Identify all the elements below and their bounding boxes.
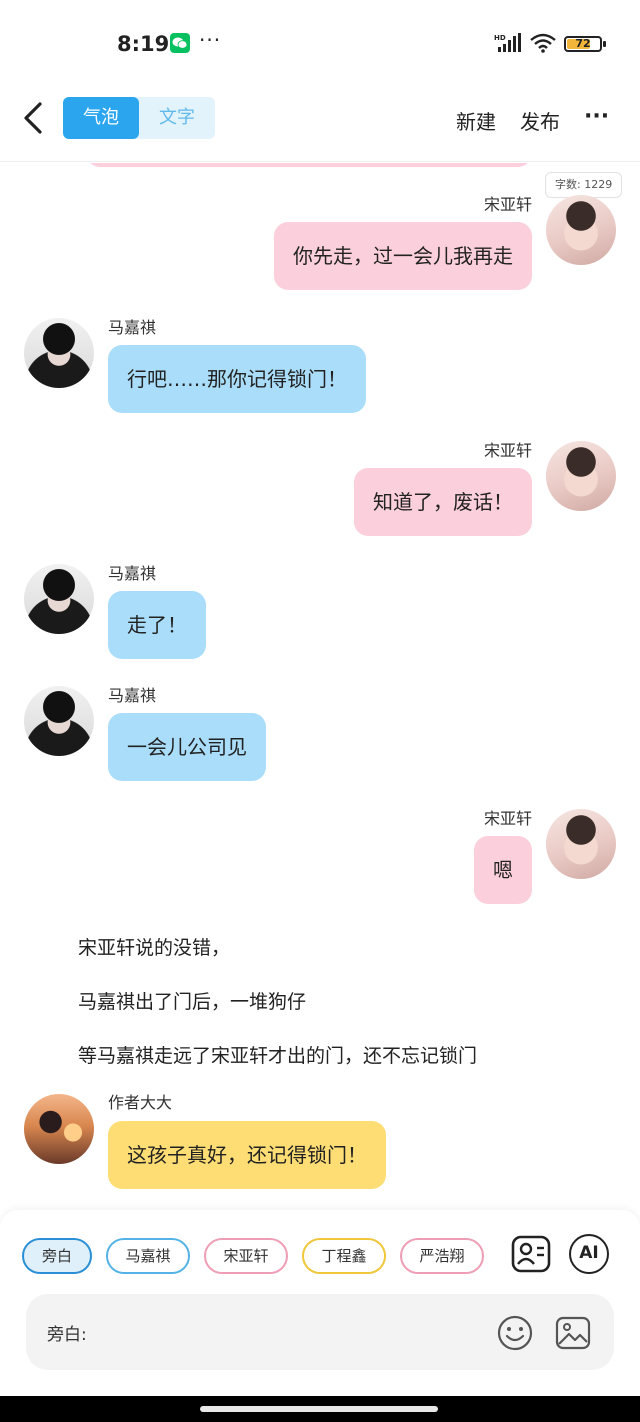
avatar-song-yaxuan[interactable] <box>546 195 616 265</box>
emoji-icon[interactable] <box>496 1314 534 1352</box>
role-chip-song-yaxuan[interactable]: 宋亚轩 <box>204 1238 288 1274</box>
speaker-name: 宋亚轩 <box>483 441 532 460</box>
speaker-name: 马嘉祺 <box>108 686 157 705</box>
wifi-icon <box>530 33 556 53</box>
battery-level: 72 <box>575 37 591 50</box>
speaker-name: 作者大大 <box>108 1093 173 1112</box>
message-bubble[interactable]: 一会儿公司见 <box>108 713 266 781</box>
chat-area[interactable]: 字数: 1229 宋亚轩 你先走，过一会儿我再走 马嘉祺 行吧……那你记得锁门！… <box>0 163 640 1210</box>
message-bubble[interactable]: 行吧……那你记得锁门！ <box>108 345 366 413</box>
image-upload-icon[interactable] <box>554 1314 592 1352</box>
avatar-ma-jiaqi[interactable] <box>24 318 94 388</box>
back-arrow-icon[interactable] <box>18 98 48 138</box>
message-bubble[interactable]: 这孩子真好，还记得锁门！ <box>108 1121 386 1189</box>
role-chip-narrator[interactable]: 旁白 <box>22 1238 92 1274</box>
ai-assistant-button[interactable]: AI <box>569 1234 609 1274</box>
message-input-bar: 旁白: <box>26 1294 614 1370</box>
speaker-name: 宋亚轩 <box>483 195 532 214</box>
battery-tip <box>603 41 606 47</box>
speaker-name: 马嘉祺 <box>108 564 157 583</box>
input-role-label: 旁白: <box>47 1325 87 1345</box>
message-input[interactable] <box>106 1312 486 1352</box>
avatar-ma-jiaqi[interactable] <box>24 564 94 634</box>
avatar-song-yaxuan[interactable] <box>546 809 616 879</box>
message-bubble[interactable]: 嗯 <box>474 836 532 904</box>
more-options-icon[interactable]: ··· <box>584 104 609 129</box>
message-bubble[interactable]: 你先走，过一会儿我再走 <box>274 222 532 290</box>
cellular-signal-icon: HD <box>494 33 521 52</box>
character-card-icon[interactable] <box>511 1234 551 1274</box>
speaker-name: 马嘉祺 <box>108 318 157 337</box>
wechat-notification-icon <box>170 33 190 53</box>
status-time: 8:19 <box>117 32 170 56</box>
publish-button[interactable]: 发布 <box>520 106 560 135</box>
svg-text:HD: HD <box>494 34 506 42</box>
narration-line[interactable]: 马嘉祺出了门后，一堆狗仔 <box>78 987 306 1014</box>
previous-bubble[interactable] <box>86 163 532 167</box>
message-bubble[interactable]: 走了！ <box>108 591 206 659</box>
status-bar: 8:19 ··· HD 72 <box>0 0 640 88</box>
tab-bubble[interactable]: 气泡 <box>63 97 139 139</box>
new-button[interactable]: 新建 <box>456 106 496 135</box>
status-more-indicator: ··· <box>199 28 222 52</box>
composer-panel: 旁白 马嘉祺 宋亚轩 丁程鑫 严浩翔 AI 旁白: <box>0 1210 640 1422</box>
avatar-ma-jiaqi[interactable] <box>24 686 94 756</box>
speaker-name: 宋亚轩 <box>483 809 532 828</box>
avatar-author[interactable] <box>24 1094 94 1164</box>
word-count-badge: 字数: 1229 <box>545 172 623 198</box>
home-indicator[interactable] <box>200 1406 438 1412</box>
battery-icon: 72 <box>564 36 602 52</box>
mode-toggle: 气泡 文字 <box>63 97 215 139</box>
role-chip-ding-chengxin[interactable]: 丁程鑫 <box>302 1238 386 1274</box>
role-chip-ma-jiaqi[interactable]: 马嘉祺 <box>106 1238 190 1274</box>
message-bubble[interactable]: 知道了，废话！ <box>354 468 532 536</box>
top-bar: 气泡 文字 新建 发布 ··· <box>0 88 640 162</box>
tab-text[interactable]: 文字 <box>139 97 215 139</box>
avatar-song-yaxuan[interactable] <box>546 441 616 511</box>
narration-line[interactable]: 等马嘉祺走远了宋亚轩才出的门，还不忘记锁门 <box>78 1041 477 1068</box>
role-chip-yan-haoxiang[interactable]: 严浩翔 <box>400 1238 484 1274</box>
narration-line[interactable]: 宋亚轩说的没错， <box>78 933 230 960</box>
